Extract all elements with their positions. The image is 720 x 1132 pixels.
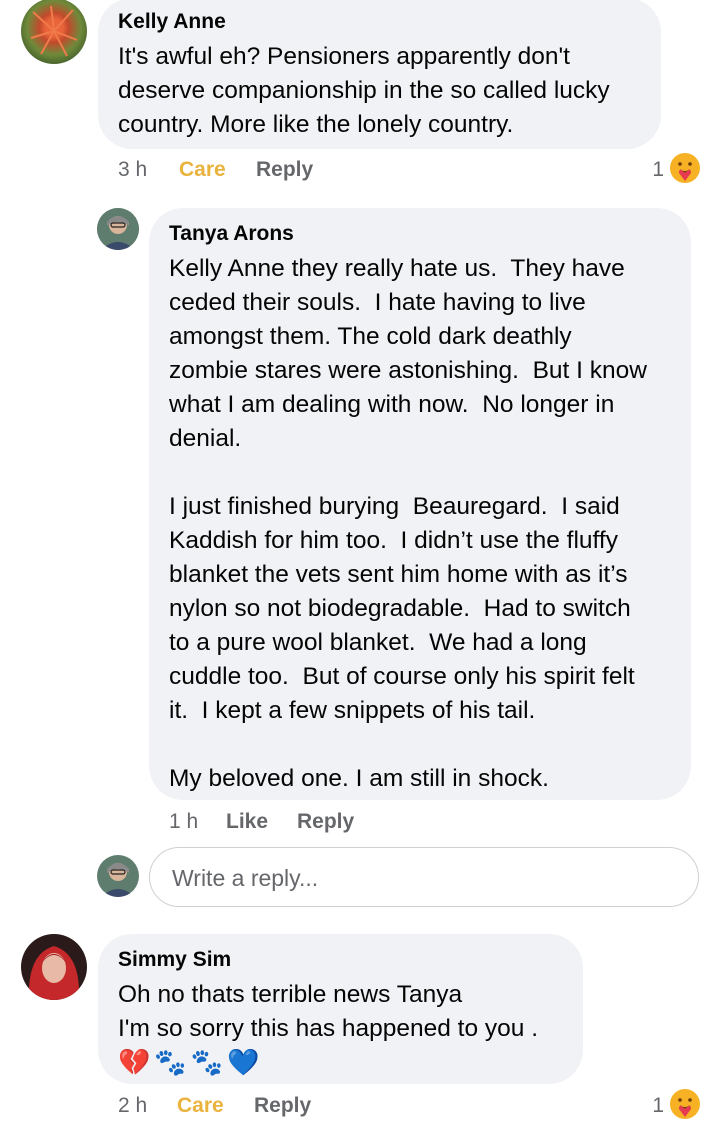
comment-actions: 1 h Like Reply bbox=[169, 808, 469, 836]
grevillea-flower-icon bbox=[30, 5, 78, 57]
comment-bubble-kelly-anne: Kelly Anne It's awful eh? Pensioners app… bbox=[98, 0, 661, 149]
person-photo-icon bbox=[21, 934, 87, 1000]
comment-time[interactable]: 2 h bbox=[118, 1092, 147, 1120]
comment-actions: 3 h Care Reply bbox=[118, 156, 418, 184]
reply-button[interactable]: Reply bbox=[256, 156, 313, 184]
like-button[interactable]: Like bbox=[226, 808, 268, 836]
avatar-simmy-sim[interactable] bbox=[21, 934, 87, 1000]
care-emoji-icon bbox=[670, 1089, 700, 1119]
comment-text: It's awful eh? Pensioners apparently don… bbox=[118, 43, 610, 138]
comment-time[interactable]: 1 h bbox=[169, 808, 198, 836]
reply-button[interactable]: Reply bbox=[297, 808, 354, 836]
person-photo-icon bbox=[97, 855, 139, 897]
avatar-current-user bbox=[97, 855, 139, 897]
comment-bubble-tanya-arons: Tanya Arons Kelly Anne they really hate … bbox=[149, 208, 691, 800]
reaction-count: 1 bbox=[652, 1094, 664, 1117]
reply-input-box[interactable] bbox=[149, 847, 699, 907]
comment-actions: 2 h Care Reply bbox=[118, 1092, 418, 1120]
comment-author[interactable]: Simmy Sim bbox=[118, 946, 563, 974]
reaction-summary[interactable]: 1 bbox=[630, 153, 700, 184]
comment-text: Oh no thats terrible news Tanya I'm so s… bbox=[118, 981, 539, 1042]
care-emoji-icon bbox=[670, 153, 700, 183]
reply-button[interactable]: Reply bbox=[254, 1092, 311, 1120]
reply-input[interactable] bbox=[170, 862, 674, 894]
avatar-kelly-anne[interactable] bbox=[21, 0, 87, 64]
comment-bubble-simmy-sim: Simmy Sim Oh no thats terrible news Tany… bbox=[98, 934, 583, 1084]
reaction-count: 1 bbox=[652, 158, 664, 181]
comment-author[interactable]: Tanya Arons bbox=[169, 220, 671, 248]
care-reaction-button[interactable]: Care bbox=[177, 1092, 224, 1120]
comment-time[interactable]: 3 h bbox=[118, 156, 147, 184]
reaction-summary[interactable]: 1 bbox=[630, 1089, 700, 1120]
person-photo-icon bbox=[97, 208, 139, 250]
care-reaction-button[interactable]: Care bbox=[179, 156, 226, 184]
avatar-tanya-arons[interactable] bbox=[97, 208, 139, 250]
comment-author[interactable]: Kelly Anne bbox=[118, 8, 641, 36]
comment-emojis: 💔🐾🐾💙 bbox=[118, 1047, 264, 1077]
comment-text: Kelly Anne they really hate us. They hav… bbox=[169, 255, 647, 792]
